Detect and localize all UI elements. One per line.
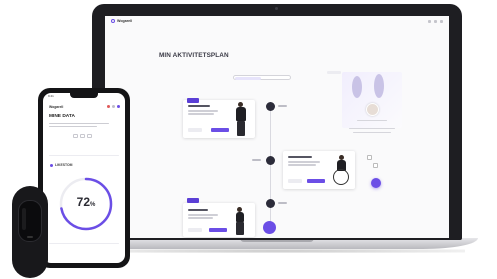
activity-card-title [188, 209, 208, 211]
exercise-figure [233, 207, 247, 237]
activity-icon [50, 163, 53, 167]
divider [49, 155, 119, 157]
activity-card-text [188, 113, 214, 115]
timeline-node[interactable] [266, 102, 275, 111]
divider [49, 243, 119, 245]
view-toggle[interactable] [233, 75, 291, 80]
activity-card[interactable] [183, 100, 255, 138]
header-icons [428, 19, 443, 23]
activity-card-title [288, 156, 312, 158]
profile-text [353, 132, 391, 134]
section-header: LIKESTOM [50, 163, 72, 167]
card-secondary-button[interactable] [188, 128, 202, 132]
filter-tag[interactable] [327, 71, 341, 74]
activity-card-text [188, 214, 218, 216]
progress-number: 72 [76, 195, 90, 209]
progress-ring: 72% [55, 173, 117, 235]
checkbox[interactable] [373, 163, 378, 168]
app-header: Wogarell [105, 16, 449, 26]
wheelchair-figure [331, 155, 353, 189]
timeline-date [278, 202, 287, 204]
status-time: 9:41 [48, 94, 54, 98]
description-text [49, 123, 109, 125]
menu-icon[interactable] [112, 105, 115, 108]
alert-icon[interactable] [107, 105, 110, 108]
card-tag [187, 98, 199, 103]
timeline-date [278, 105, 287, 107]
progress-unit: % [90, 202, 96, 208]
activity-card[interactable] [283, 151, 355, 189]
page-title: MINE DATA [49, 114, 75, 119]
page-title: MIN AKTIVITETSPLAN [159, 52, 229, 59]
activity-card-text [188, 110, 218, 112]
exercise-figure [233, 102, 249, 138]
add-activity-button[interactable] [263, 221, 276, 234]
laptop-shadow [90, 249, 465, 253]
date-chip[interactable] [87, 134, 92, 138]
fitness-band-glare [22, 208, 26, 230]
app-logo-text: Wogarell [117, 19, 133, 23]
timeline-node[interactable] [266, 156, 275, 165]
activity-card[interactable] [183, 198, 255, 237]
phone-header-icons [107, 105, 120, 108]
app-logo[interactable]: Wogarell [49, 105, 63, 109]
date-selector [73, 134, 92, 138]
app-logo[interactable]: Wogarell [111, 19, 132, 23]
progress-value: 72% [55, 195, 117, 209]
view-toggle-active [235, 77, 261, 80]
card-secondary-button[interactable] [188, 228, 202, 232]
settings-icon[interactable] [434, 19, 437, 23]
phone-notch [70, 93, 98, 98]
timeline-node[interactable] [266, 199, 275, 208]
card-tag [187, 198, 199, 203]
card-primary-button[interactable] [211, 128, 229, 132]
activity-card-title [188, 105, 210, 107]
smartphone: 9:41 Wogarell MINE DATA LIKESTOM 72% [38, 88, 130, 268]
profile-icon[interactable] [117, 105, 120, 108]
checkbox[interactable] [367, 155, 372, 160]
card-secondary-button[interactable] [288, 179, 302, 183]
card-primary-button[interactable] [307, 179, 325, 183]
logo-icon [111, 19, 115, 23]
profile-icon[interactable] [440, 19, 443, 23]
activity-card-text [288, 161, 320, 163]
notification-icon[interactable] [428, 19, 431, 23]
laptop-screen: Wogarell MIN AKTIVITETSPLAN [105, 16, 449, 238]
date-chip[interactable] [73, 134, 78, 138]
avatar[interactable] [366, 103, 379, 116]
card-primary-button[interactable] [209, 228, 227, 232]
activity-card-text [188, 217, 213, 219]
laptop: Wogarell MIN AKTIVITETSPLAN [92, 4, 462, 240]
fitness-band-button [27, 236, 33, 238]
phone-screen: 9:41 Wogarell MINE DATA LIKESTOM 72% [43, 93, 125, 263]
webcam-icon [275, 7, 278, 10]
section-label: LIKESTOM [55, 163, 73, 167]
activity-timeline [270, 102, 272, 228]
activity-card-text [288, 164, 316, 166]
product-mockup: Wogarell MIN AKTIVITETSPLAN 9:41 Wogarel… [0, 0, 497, 279]
profile-text [349, 128, 395, 130]
date-chip[interactable] [80, 134, 85, 138]
description-text [49, 126, 97, 128]
timeline-date [252, 159, 261, 161]
floating-action-button[interactable] [371, 178, 381, 188]
